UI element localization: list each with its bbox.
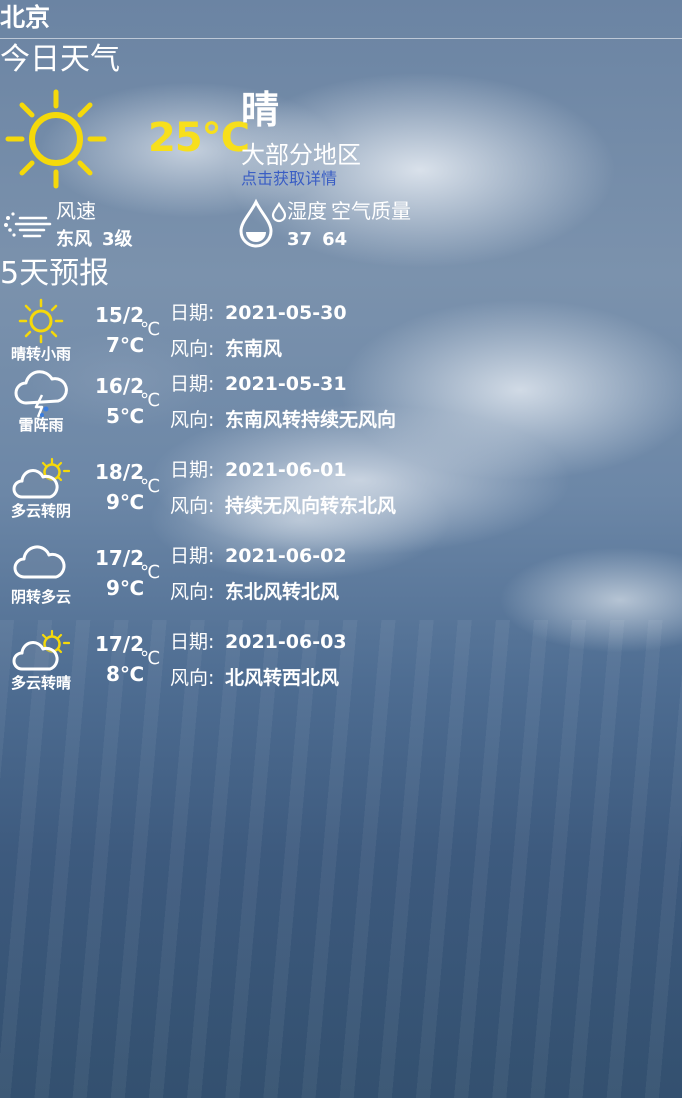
today-temperature: 25℃ — [148, 115, 250, 161]
air-quality-value: 64 — [322, 229, 348, 250]
sun-icon — [5, 89, 107, 189]
forecast-date-label: 日期: — [170, 459, 215, 481]
wind-direction: 东风 — [56, 229, 92, 250]
forecast-day[interactable]: 多云转晴 17/2 8℃ ℃ 日期: 2021-06-03 风向: 北风转西北风 — [0, 627, 682, 711]
forecast-wind: 东南风转持续无风向 — [225, 409, 397, 431]
forecast-temp-unit: ℃ — [140, 390, 161, 411]
forecast-wind-label: 风向: — [170, 667, 215, 689]
forecast-wind: 东南风 — [225, 338, 283, 360]
forecast-day[interactable]: 雷阵雨 16/2 5℃ ℃ 日期: 2021-05-31 风向: 东南风转持续无… — [0, 369, 682, 453]
overcast-icon — [13, 545, 66, 579]
wind-icon — [4, 212, 52, 238]
forecast-date: 2021-06-02 — [225, 545, 347, 567]
partly-cloudy-icon — [12, 457, 70, 499]
forecast-wind: 持续无风向转东北风 — [225, 495, 397, 517]
forecast-date: 2021-06-01 — [225, 459, 347, 481]
city-name[interactable]: 北京 — [0, 2, 50, 34]
forecast-section-title: 5天预报 — [0, 256, 110, 291]
forecast-day[interactable]: 阴转多云 17/2 9℃ ℃ 日期: 2021-06-02 风向: 东北风转北风 — [0, 541, 682, 625]
forecast-day[interactable]: 多云转阴 18/2 9℃ ℃ 日期: 2021-06-01 风向: 持续无风向转… — [0, 455, 682, 539]
forecast-temp-high: 17/2 — [95, 632, 145, 656]
forecast-temp-low: 7℃ — [106, 333, 145, 357]
humidity-label: 湿度 — [287, 199, 327, 223]
forecast-temp-high: 15/2 — [95, 303, 145, 327]
wind-level: 3级 — [102, 229, 133, 250]
forecast-wind-label: 风向: — [170, 581, 215, 603]
water-drop-icon — [239, 198, 286, 248]
forecast-temp-unit: ℃ — [140, 319, 161, 340]
forecast-date-label: 日期: — [170, 302, 215, 324]
thunderstorm-icon — [14, 370, 68, 418]
today-area: 大部分地区 — [241, 141, 361, 169]
humidity-value: 37 — [287, 229, 313, 250]
forecast-condition: 雷阵雨 — [18, 416, 64, 434]
forecast-temp-low: 5℃ — [106, 404, 145, 428]
forecast-date-label: 日期: — [170, 631, 215, 653]
air-quality-label: 空气质量 — [331, 199, 411, 223]
forecast-temp-high: 18/2 — [95, 460, 145, 484]
forecast-wind-label: 风向: — [170, 338, 215, 360]
forecast-condition: 多云转晴 — [10, 674, 71, 692]
forecast-condition: 晴转小雨 — [10, 345, 71, 363]
today-weather: 晴 — [241, 88, 280, 132]
forecast-temp-unit: ℃ — [140, 562, 161, 583]
forecast-temp-low: 9℃ — [106, 490, 145, 514]
today-section-title: 今日天气 — [0, 42, 120, 77]
forecast-date: 2021-05-30 — [225, 302, 347, 324]
forecast-condition: 阴转多云 — [10, 588, 71, 606]
title-bar: 北京 — [0, 0, 682, 39]
forecast-date-label: 日期: — [170, 545, 215, 567]
forecast-temp-high: 16/2 — [95, 374, 145, 398]
forecast-condition: 多云转阴 — [10, 502, 71, 520]
detail-link[interactable]: 点击获取详情 — [241, 168, 337, 190]
forecast-date: 2021-05-31 — [225, 373, 347, 395]
forecast-wind-label: 风向: — [170, 409, 215, 431]
forecast-date-label: 日期: — [170, 373, 215, 395]
forecast-temp-high: 17/2 — [95, 546, 145, 570]
sun-to-light-rain-icon — [18, 298, 64, 344]
forecast-wind: 北风转西北风 — [225, 667, 340, 689]
forecast-temp-unit: ℃ — [140, 648, 161, 669]
forecast-wind: 东北风转北风 — [225, 581, 340, 603]
forecast-temp-low: 9℃ — [106, 576, 145, 600]
humidity-labels: 湿度 空气质量 — [287, 198, 411, 224]
forecast-temp-low: 8℃ — [106, 662, 145, 686]
forecast-temp-unit: ℃ — [140, 476, 161, 497]
forecast-date: 2021-06-03 — [225, 631, 347, 653]
humidity-values: 37 64 — [287, 228, 347, 252]
partly-cloudy-icon — [12, 629, 70, 671]
forecast-wind-label: 风向: — [170, 495, 215, 517]
wind-label: 风速 — [56, 199, 96, 223]
wind-value: 东风 3级 — [56, 228, 133, 252]
